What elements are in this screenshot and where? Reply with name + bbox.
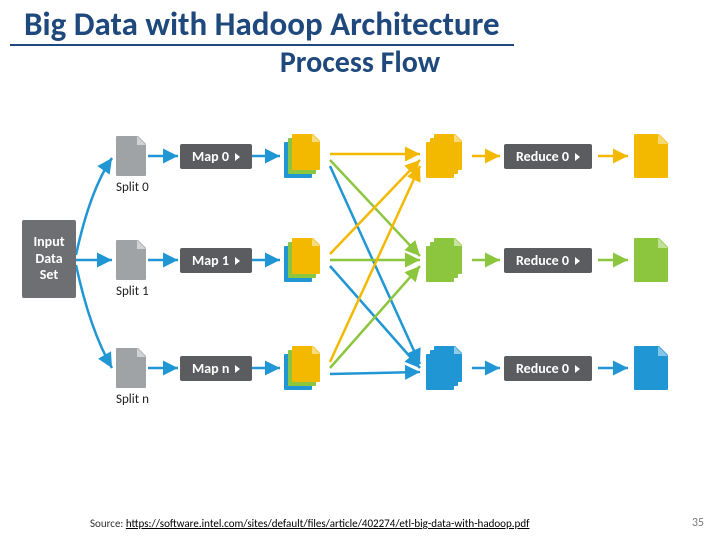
map-label: Map 1 bbox=[192, 252, 229, 269]
split-label: Split 1 bbox=[116, 284, 149, 299]
reduce-node: Reduce 0 bbox=[504, 356, 592, 381]
input-data-set-box: Input Data Set bbox=[22, 220, 76, 298]
page-title: Big Data with Hadoop Architecture bbox=[10, 0, 514, 46]
shuffle-stack-blue bbox=[426, 346, 462, 390]
page-subtitle: Process Flow bbox=[0, 44, 720, 81]
split-doc-icon bbox=[116, 136, 146, 176]
reduce-node: Reduce 0 bbox=[504, 248, 592, 273]
split-doc-icon bbox=[116, 348, 146, 388]
map-label: Map n bbox=[192, 360, 229, 377]
map-label: Map 0 bbox=[192, 148, 229, 165]
output-doc-icon bbox=[634, 134, 668, 178]
split-label: Split n bbox=[116, 392, 149, 407]
output-doc-icon bbox=[634, 238, 668, 282]
map-node: Map 1 bbox=[180, 248, 252, 273]
output-doc-icon bbox=[634, 346, 668, 390]
map-output-stack bbox=[284, 134, 320, 178]
map-output-stack bbox=[284, 238, 320, 282]
map-node: Map n bbox=[180, 356, 252, 381]
page-number: 35 bbox=[692, 516, 704, 530]
split-label: Split 0 bbox=[116, 180, 149, 195]
reduce-label: Reduce 0 bbox=[516, 252, 569, 269]
shuffle-stack-yellow bbox=[426, 134, 462, 178]
reduce-node: Reduce 0 bbox=[504, 144, 592, 169]
source-citation: Source: https://software.intel.com/sites… bbox=[90, 517, 529, 530]
process-flow-diagram: Input Data Set Split 0 Split 1 Split n M… bbox=[20, 120, 700, 460]
shuffle-stack-green bbox=[426, 238, 462, 282]
reduce-label: Reduce 0 bbox=[516, 148, 569, 165]
reduce-label: Reduce 0 bbox=[516, 360, 569, 377]
source-link[interactable]: https://software.intel.com/sites/default… bbox=[126, 517, 530, 530]
map-output-stack bbox=[284, 346, 320, 390]
map-node: Map 0 bbox=[180, 144, 252, 169]
source-prefix: Source: bbox=[90, 517, 126, 530]
split-doc-icon bbox=[116, 240, 146, 280]
